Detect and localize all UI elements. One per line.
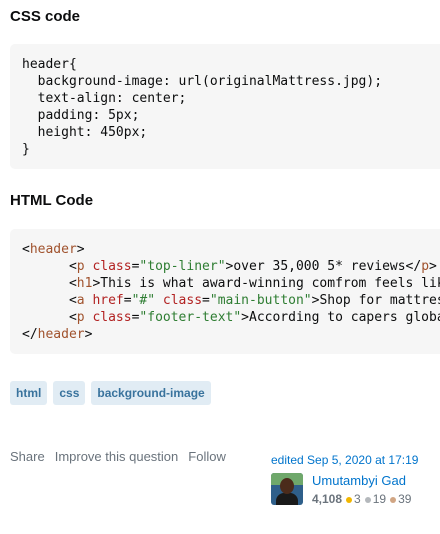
css-line: text-align: center; — [22, 91, 187, 106]
gold-badge-icon — [346, 497, 353, 503]
silver-badges: 19 — [364, 492, 386, 506]
css-line: background-image: url(originalMattress.j… — [22, 74, 383, 89]
html-code-block: <header> <p class="top-liner">over 35,00… — [10, 229, 440, 354]
user-reputation: 4,108 3 19 39 — [312, 492, 411, 506]
tag-list: html css background-image — [10, 381, 211, 405]
bronze-badges: 39 — [390, 492, 411, 506]
share-link[interactable]: Share — [10, 449, 45, 464]
css-line: header{ — [22, 57, 77, 72]
improve-question-link[interactable]: Improve this question — [55, 449, 179, 464]
user-name-link[interactable]: Umutambyi Gad — [312, 473, 411, 489]
user-card: Umutambyi Gad 4,108 3 19 39 — [271, 473, 411, 506]
css-line: } — [22, 142, 30, 157]
css-code-block: header{ background-image: url(originalMa… — [10, 44, 440, 169]
tag-css[interactable]: css — [53, 381, 86, 405]
edited-timestamp[interactable]: edited Sep 5, 2020 at 17:19 — [271, 453, 418, 467]
post-actions: Share Improve this question Follow — [10, 449, 226, 464]
silver-badge-icon — [364, 497, 371, 503]
html-code-heading: HTML Code — [10, 192, 94, 209]
css-code-heading: CSS code — [10, 8, 81, 25]
bronze-badge-icon — [390, 497, 397, 503]
avatar[interactable] — [271, 473, 303, 505]
css-line: height: 450px; — [22, 125, 148, 140]
reputation-score: 4,108 — [312, 492, 343, 506]
follow-link[interactable]: Follow — [188, 449, 226, 464]
tag-html[interactable]: html — [10, 381, 48, 405]
gold-badges: 3 — [346, 492, 361, 506]
css-line: padding: 5px; — [22, 108, 140, 123]
tag-background-image[interactable]: background-image — [91, 381, 211, 405]
